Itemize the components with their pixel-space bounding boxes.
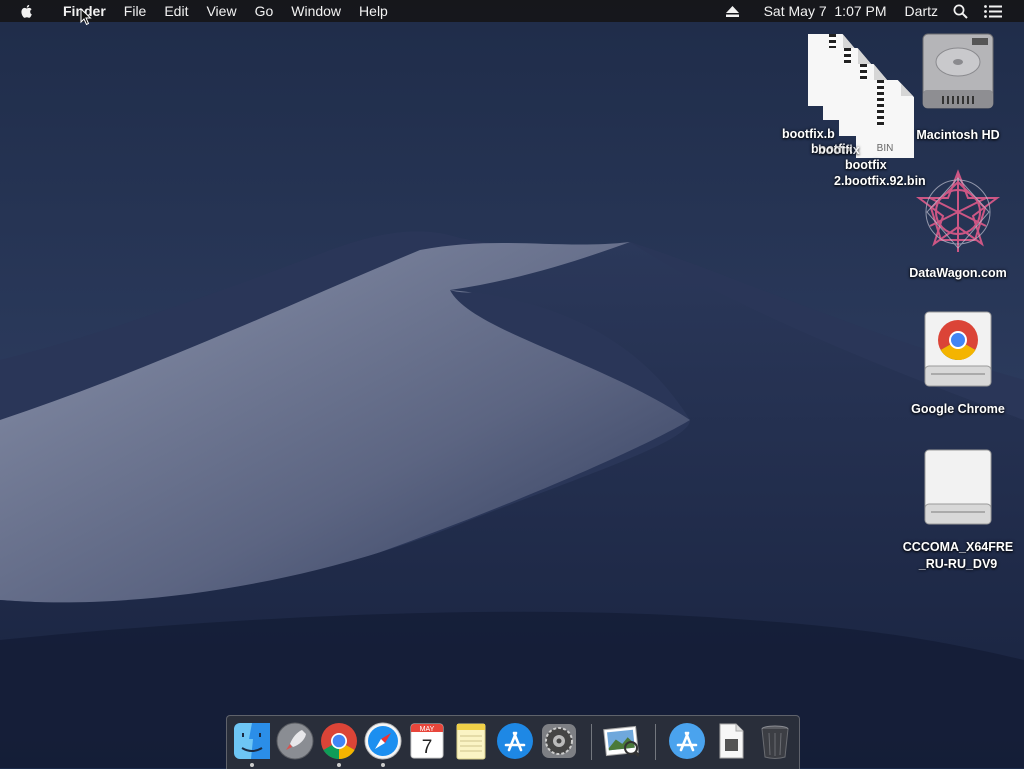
dock-safari[interactable] (363, 721, 403, 767)
dock-trash[interactable] (755, 721, 795, 761)
menu-bar: Finder File Edit View Go Window Help Sat… (0, 0, 1024, 22)
finder-icon (234, 723, 270, 759)
desktop-icon-label: CCCOMA_X64FRE_RU-RU_DV9 (902, 540, 1014, 571)
disk-image-icon (924, 449, 992, 525)
chrome-disk-icon (924, 311, 992, 387)
bin-badge: BIN (876, 143, 894, 154)
system-preferences-icon (542, 724, 576, 758)
menu-help[interactable]: Help (350, 0, 397, 22)
calendar-icon: MAY 7 (410, 723, 444, 759)
desktop-icon-label: DataWagon.com (909, 266, 1007, 280)
menu-window[interactable]: Window (282, 0, 350, 22)
dock-applications-folder[interactable] (667, 721, 707, 761)
menu-file[interactable]: File (115, 0, 156, 22)
dock-separator (591, 724, 592, 760)
dock-google-chrome[interactable] (319, 721, 359, 767)
dock-app-store[interactable] (495, 721, 535, 761)
preview-icon (603, 725, 641, 758)
dock-system-preferences[interactable] (539, 721, 579, 761)
desktop-icon-google-chrome[interactable]: Google Chrome (903, 310, 1013, 417)
running-indicator (381, 763, 385, 767)
file-label: bootfix.b (782, 127, 835, 141)
desktop-icon-cccoma-disk[interactable]: CCCOMA_X64FRE_RU-RU_DV9 (901, 448, 1015, 573)
dock-separator (655, 724, 656, 760)
file-label: bootfix (818, 143, 860, 157)
hard-drive-icon (922, 33, 994, 109)
running-indicator (250, 763, 254, 767)
applications-folder-icon (669, 723, 705, 759)
eject-icon[interactable] (718, 0, 747, 22)
dock: MAY 7 (226, 715, 800, 769)
dock-launchpad[interactable] (275, 721, 315, 761)
spotlight-icon[interactable] (945, 0, 976, 22)
menubar-clock[interactable]: Sat May 7 1:07 PM (757, 0, 894, 22)
app-store-icon (497, 723, 533, 759)
chrome-icon (321, 723, 357, 760)
safari-icon (364, 722, 402, 760)
dock-calendar[interactable]: MAY 7 (407, 721, 447, 761)
calendar-month: MAY (420, 726, 435, 733)
running-indicator (337, 763, 341, 767)
desktop-icon-macintosh-hd[interactable]: Macintosh HD (903, 32, 1013, 143)
dock-document[interactable] (711, 721, 751, 761)
menu-edit[interactable]: Edit (155, 0, 197, 22)
launchpad-icon (276, 722, 314, 760)
desktop-icon-label: Google Chrome (911, 402, 1005, 416)
file-label: bootfix (845, 158, 887, 172)
dock-finder[interactable] (232, 721, 272, 767)
desktop-icon-datawagon[interactable]: DataWagon.com (903, 168, 1013, 281)
desktop-icon-label: Macintosh HD (916, 128, 1000, 142)
dock-preview[interactable] (602, 721, 642, 761)
document-icon (719, 723, 744, 759)
menu-view[interactable]: View (197, 0, 245, 22)
menubar-user[interactable]: Dartz (898, 0, 945, 22)
notification-center-icon[interactable] (976, 0, 1010, 22)
calendar-day: 7 (422, 737, 433, 758)
menu-go[interactable]: Go (246, 0, 283, 22)
trash-icon (761, 725, 789, 759)
apple-icon[interactable] (19, 2, 37, 20)
star-logo-icon (916, 169, 1000, 252)
mouse-pointer-icon (80, 8, 92, 26)
notes-icon (456, 723, 486, 760)
dock-notes[interactable] (451, 721, 491, 761)
